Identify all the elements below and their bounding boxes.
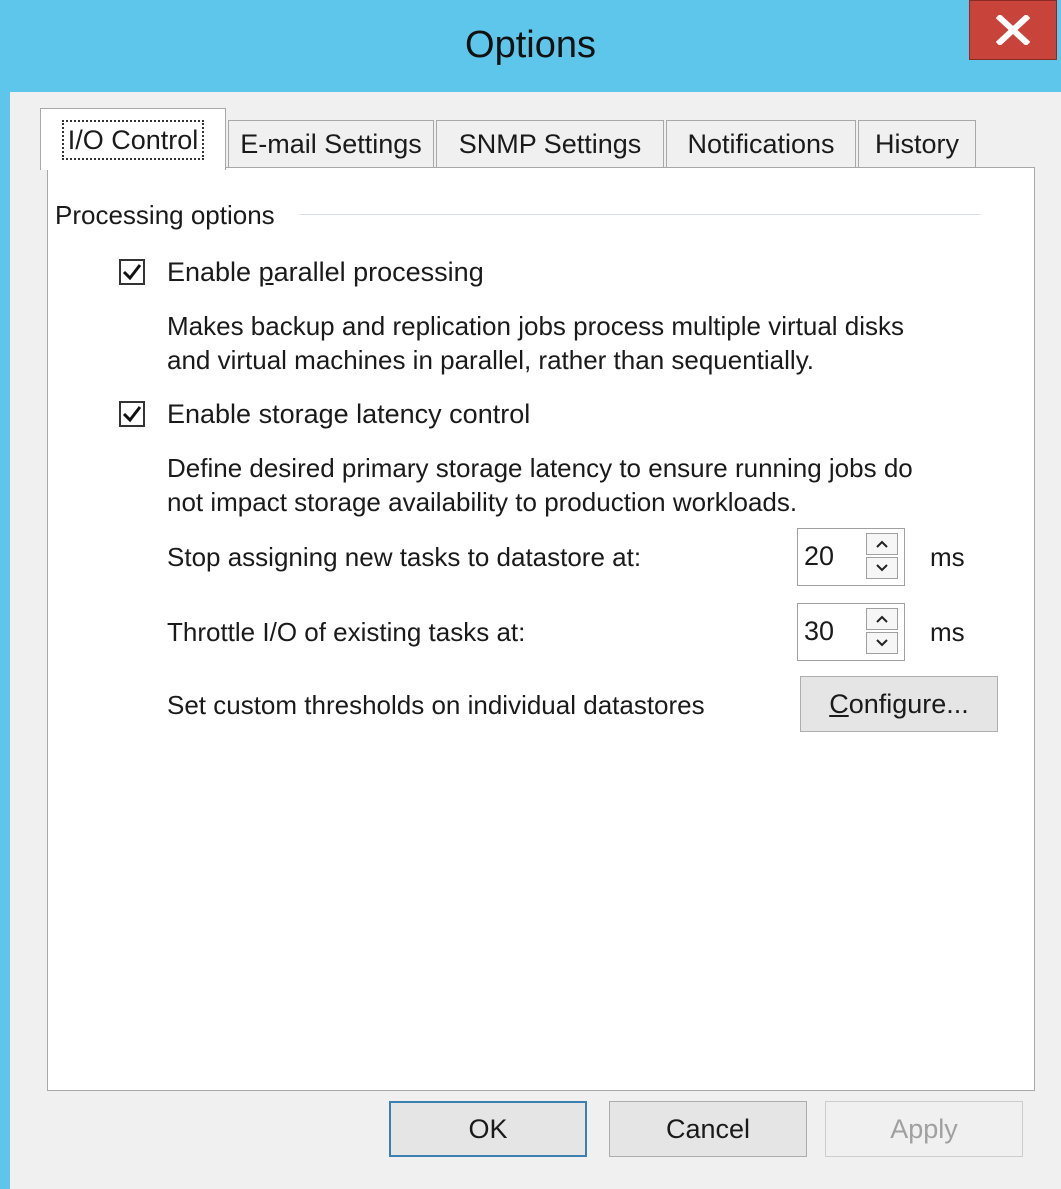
tab-label: SNMP Settings xyxy=(458,129,642,159)
ok-button[interactable]: OK xyxy=(389,1101,587,1157)
tab-label: History xyxy=(874,129,959,159)
options-dialog: Options I/O Control E-mail Settings SNMP… xyxy=(0,0,1061,1189)
apply-button[interactable]: Apply xyxy=(825,1101,1023,1157)
close-button[interactable] xyxy=(969,0,1057,60)
cancel-button[interactable]: Cancel xyxy=(609,1101,807,1157)
tab-notifications[interactable]: Notifications xyxy=(666,120,856,168)
tab-history[interactable]: History xyxy=(858,120,976,168)
tab-snmp-settings[interactable]: SNMP Settings xyxy=(436,120,664,168)
title-bar[interactable]: Options xyxy=(0,0,1061,92)
tab-label: I/O Control xyxy=(61,119,205,160)
tab-email-settings[interactable]: E-mail Settings xyxy=(228,120,434,168)
io-control-panel xyxy=(47,167,1035,1091)
tab-io-control[interactable]: I/O Control xyxy=(40,108,226,170)
tab-label: E-mail Settings xyxy=(240,129,422,159)
tab-label: Notifications xyxy=(687,129,835,159)
dialog-client: I/O Control E-mail Settings SNMP Setting… xyxy=(10,92,1061,1189)
close-icon xyxy=(996,15,1030,45)
dialog-title: Options xyxy=(465,24,596,66)
